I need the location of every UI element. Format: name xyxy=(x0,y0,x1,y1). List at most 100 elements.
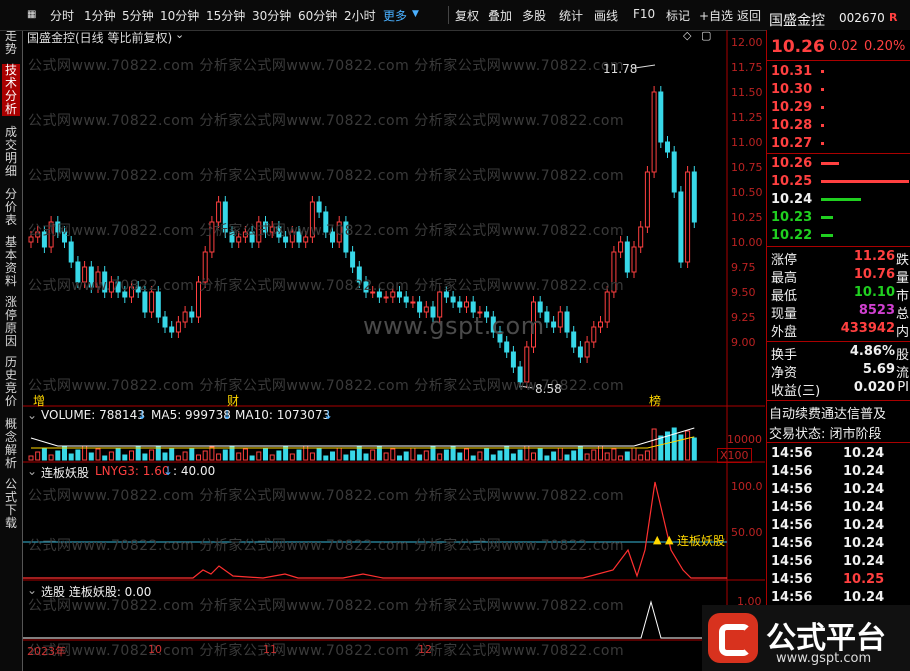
volume-bar xyxy=(517,449,523,461)
volume-bar xyxy=(330,451,335,461)
stat-tail: 跌 xyxy=(895,253,909,268)
action-add-watchlist[interactable]: +自选 xyxy=(699,7,733,24)
volume-bar xyxy=(149,449,155,461)
volume-ma10: MA10: 1073073 xyxy=(235,408,331,422)
window-icon[interactable]: ▢ xyxy=(701,29,711,42)
ask-price: 10.27 xyxy=(771,136,813,151)
candle-body xyxy=(678,191,684,263)
watermark-text: 公式网www.70822.com 分析家公式网www.70822.com 分析家… xyxy=(28,488,625,504)
more-chevron-icon[interactable]: ▼ xyxy=(412,9,419,19)
volume-bar xyxy=(122,454,128,461)
tab-period-5[interactable]: 15分钟 xyxy=(206,7,245,24)
candle-body xyxy=(598,321,603,328)
sidebar-item-profile[interactable]: 基本资料 xyxy=(2,236,20,288)
diamond-icon[interactable]: ◇ xyxy=(683,29,691,42)
volume-bar xyxy=(644,450,650,461)
candle-body xyxy=(450,296,456,303)
tick-time: 14:56 xyxy=(771,590,813,605)
sidebar-item-concept[interactable]: 概念解析 xyxy=(2,418,20,470)
tick-price: 10.24 xyxy=(843,518,885,533)
volume-bar xyxy=(175,455,181,461)
sidebar-item-price-table[interactable]: 分价表 xyxy=(2,188,20,227)
tab-more[interactable]: 更多 xyxy=(383,7,407,24)
tick-price: 10.24 xyxy=(843,464,885,479)
candle-body xyxy=(175,321,181,333)
stat-label: 最低 xyxy=(771,289,798,304)
candle-body xyxy=(557,311,563,328)
volume-bar xyxy=(531,452,536,461)
event-tag[interactable]: 增 xyxy=(33,392,45,409)
tab-period-8[interactable]: 2小时 xyxy=(344,7,376,24)
volume-bar xyxy=(95,448,101,461)
volume-bar xyxy=(350,450,356,461)
tick-row: 14:56 10.24 xyxy=(769,518,909,536)
volume-bar xyxy=(564,454,570,461)
action-draw-line[interactable]: 画线 xyxy=(594,7,618,24)
toolbar-menu-icon[interactable]: ▦ xyxy=(27,9,36,20)
tab-period-4[interactable]: 10分钟 xyxy=(160,7,199,24)
action-statistics[interactable]: 统计 xyxy=(559,7,583,24)
sidebar-item-limit-reason[interactable]: 涨停原因 xyxy=(2,296,20,348)
stat-row: 涨停 11.26 跌 xyxy=(769,249,909,268)
tick-time: 14:56 xyxy=(771,572,813,587)
x-tick-label: 12 xyxy=(418,643,432,656)
action-overlay[interactable]: 叠加 xyxy=(488,7,512,24)
indicator-y-label: 50.00 xyxy=(731,526,763,539)
candle-body xyxy=(544,311,550,323)
volume-bar xyxy=(142,453,148,461)
chart-options-icon[interactable]: ⌄ xyxy=(175,28,184,41)
volume-bar xyxy=(624,451,630,461)
y-tick-label: 9.50 xyxy=(731,286,756,299)
volume-bar xyxy=(68,453,74,461)
sidebar-item-auction[interactable]: 历史竞价 xyxy=(2,356,20,408)
bid-depth-bar xyxy=(821,162,839,165)
sidebar-item-formula[interactable]: 公式下载 xyxy=(2,478,20,530)
event-tag[interactable]: 榜 xyxy=(649,392,661,409)
volume-bar xyxy=(457,452,463,461)
marquee-text[interactable]: 自动续费通达信普及 xyxy=(769,403,886,422)
sidebar-item-technical[interactable]: 技术分析 xyxy=(2,64,20,116)
selector-collapse-icon[interactable]: ⌄ xyxy=(27,583,37,597)
kline-chart-area[interactable]: 国盛金控(日线 等比前复权) ⌄ ◇ ▢ 公式网www.70822.com 分析… xyxy=(23,28,765,670)
candle-body xyxy=(671,151,677,193)
y-tick-label: 12.00 xyxy=(731,36,763,49)
volume-bar xyxy=(102,455,108,461)
x-tick-label: 11 xyxy=(263,643,277,656)
indicator-collapse-icon[interactable]: ⌄ xyxy=(27,464,37,478)
volume-ma5-line xyxy=(30,427,695,447)
tick-time: 14:56 xyxy=(771,500,813,515)
indicator-name: 连板妖股 xyxy=(41,466,90,480)
volume-bar xyxy=(484,447,490,461)
stat-value: 433942 xyxy=(840,321,895,336)
event-tag[interactable]: 财 xyxy=(227,392,239,409)
tick-row: 14:56 10.24 xyxy=(769,500,909,518)
candle-body xyxy=(564,311,570,333)
candle-body xyxy=(383,296,389,299)
sidebar-item-trades[interactable]: 成交明细 xyxy=(2,126,20,178)
action-f10[interactable]: F10 xyxy=(633,7,655,21)
tab-period-6[interactable]: 30分钟 xyxy=(252,7,291,24)
ask-price: 10.31 xyxy=(771,64,813,79)
volume-bar xyxy=(222,449,228,461)
watermark-text: 公式网www.70822.com 分析家公式网www.70822.com 分析家… xyxy=(28,278,625,294)
action-back[interactable]: 返回 xyxy=(737,7,761,24)
ask-depth-bar xyxy=(821,142,824,145)
volume-collapse-icon[interactable]: ⌄ xyxy=(27,408,37,422)
stock-code: 002670 xyxy=(839,11,885,25)
candle-body xyxy=(403,296,409,303)
action-restore-right[interactable]: 复权 xyxy=(455,7,479,24)
action-multi-stock[interactable]: 多股 xyxy=(522,7,546,24)
tab-period-2[interactable]: 1分钟 xyxy=(84,7,116,24)
volume-bar xyxy=(189,447,195,461)
volume-bar xyxy=(129,450,134,461)
volume-bar xyxy=(403,451,409,461)
tab-period-3[interactable]: 5分钟 xyxy=(122,7,154,24)
stat-row: 换手 4.86% 股 xyxy=(769,344,909,363)
tab-period-7[interactable]: 60分钟 xyxy=(298,7,337,24)
volume-bar xyxy=(269,454,275,461)
volume-unit: X100 xyxy=(717,448,752,463)
action-mark[interactable]: 标记 xyxy=(666,7,690,24)
tab-period-1[interactable]: 分时 xyxy=(50,7,74,24)
stat-value: 0.020 xyxy=(853,380,895,395)
y-tick-label: 10.00 xyxy=(731,236,763,249)
